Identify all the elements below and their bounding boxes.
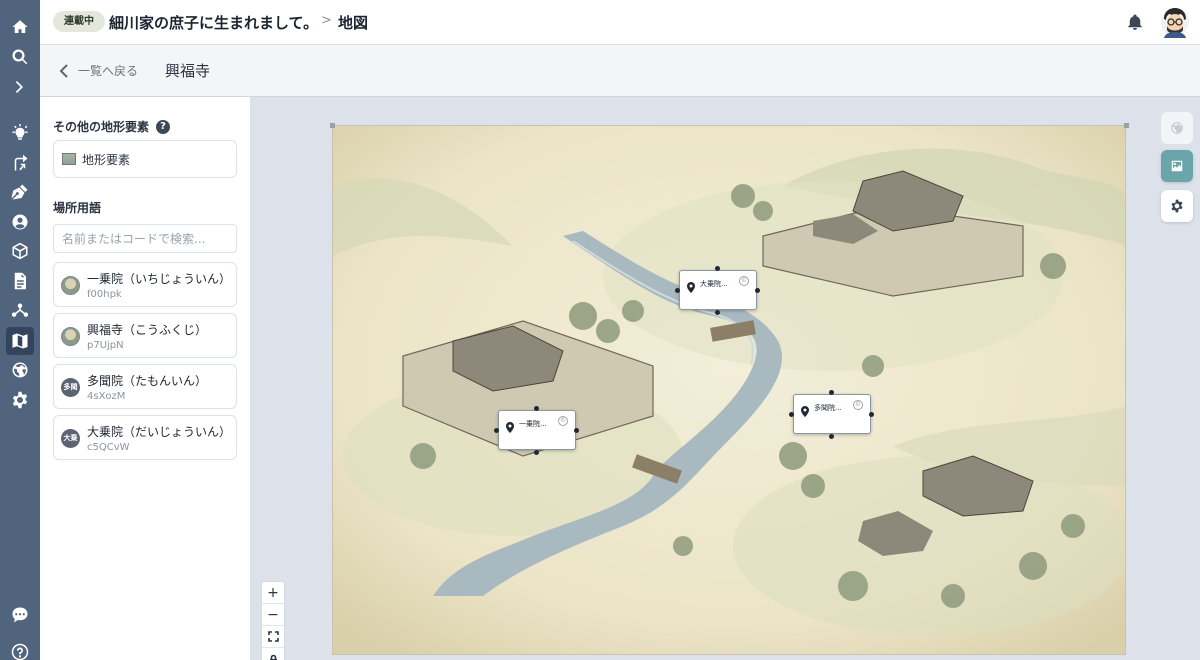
places-section-label: 場所用語	[53, 201, 102, 215]
marker-label: 多聞院...	[814, 404, 842, 412]
place-initial-icon: 多聞	[61, 378, 80, 397]
gear-icon	[1171, 199, 1183, 213]
marker-handle-dot[interactable]	[494, 428, 499, 433]
map-pin-icon	[801, 402, 809, 417]
gear-icon[interactable]	[6, 386, 34, 414]
terrain-section-label: その他の地形要素	[53, 120, 150, 134]
cube-icon[interactable]	[6, 237, 34, 265]
marker-handle-dot[interactable]	[534, 450, 539, 455]
terrain-icon	[62, 153, 76, 165]
copyright-icon: ©	[558, 416, 568, 426]
pen-nib-icon[interactable]	[6, 178, 34, 206]
map-image[interactable]: 大乗院... © 一乗院... © 多聞院... ©	[332, 125, 1126, 655]
back-label: 一覧へ戻る	[78, 64, 139, 78]
copyright-icon: ©	[739, 276, 749, 286]
lock-button[interactable]	[262, 648, 284, 660]
bell-icon[interactable]	[1126, 13, 1144, 31]
resize-handle[interactable]	[1124, 123, 1129, 128]
terrain-button-label: 地形要素	[82, 152, 131, 167]
place-thumbnail-icon	[61, 276, 80, 295]
resize-handle[interactable]	[330, 123, 335, 128]
sub-header: 一覧へ戻る 興福寺	[40, 45, 1200, 97]
globe-view-button[interactable]	[1161, 112, 1193, 144]
network-icon[interactable]	[6, 297, 34, 325]
side-panel: その他の地形要素 ? 地形要素 場所用語 一乗院（いちじょういん） f00hpk…	[40, 97, 250, 660]
place-code: p7UjpN	[87, 340, 124, 351]
globe-icon	[1171, 122, 1183, 134]
image-icon	[1171, 160, 1183, 172]
globe-icon[interactable]	[6, 356, 34, 384]
map-marker-ichijoin[interactable]: 一乗院... ©	[498, 410, 576, 450]
marker-label: 一乗院...	[519, 420, 547, 428]
place-item-kofukuji[interactable]: 興福寺（こうふくじ） p7UjpN	[53, 313, 237, 358]
temple-landscape-illustration	[333, 126, 1125, 654]
map-marker-tamonin[interactable]: 多聞院... ©	[793, 394, 871, 434]
marker-handle-dot[interactable]	[675, 288, 680, 293]
breadcrumb-separator: >	[321, 13, 332, 28]
place-name: 興福寺（こうふくじ）	[87, 323, 208, 337]
back-to-list-button[interactable]: 一覧へ戻る	[58, 62, 138, 79]
zoom-in-button[interactable]: +	[262, 582, 284, 604]
place-initial-icon: 大乗	[61, 429, 80, 448]
place-code: c5QCvW	[87, 442, 130, 453]
work-title-breadcrumb[interactable]: 細川家の庶子に生まれまして。	[109, 12, 318, 33]
avatar[interactable]	[1160, 6, 1190, 38]
left-rail	[0, 0, 40, 660]
user-circle-icon[interactable]	[6, 208, 34, 236]
place-item-daijoin[interactable]: 大乗 大乗院（だいじょういん） c5QCvW	[53, 415, 237, 460]
zoom-out-button[interactable]: −	[262, 604, 284, 626]
map-canvas-area[interactable]: 大乗院... © 一乗院... © 多聞院... © + −	[250, 97, 1200, 660]
chevron-left-icon	[59, 63, 68, 78]
map-settings-button[interactable]	[1161, 190, 1193, 222]
marker-label: 大乗院...	[700, 280, 728, 288]
search-icon[interactable]	[6, 43, 34, 71]
chat-icon[interactable]	[6, 601, 34, 629]
status-badge: 連載中	[53, 11, 105, 32]
place-item-ichijoin[interactable]: 一乗院（いちじょういん） f00hpk	[53, 262, 237, 307]
copyright-icon: ©	[853, 400, 863, 410]
help-icon[interactable]	[6, 638, 34, 660]
terrain-section-title: その他の地形要素 ?	[53, 118, 171, 135]
branch-arrow-icon[interactable]	[6, 149, 34, 177]
zoom-controls: + −	[261, 581, 285, 660]
marker-handle-dot[interactable]	[869, 412, 874, 417]
marker-handle-dot[interactable]	[574, 428, 579, 433]
page-title: 地図	[338, 14, 369, 32]
place-name: 一乗院（いちじょういん）	[87, 272, 232, 286]
marker-handle-dot[interactable]	[829, 434, 834, 439]
marker-handle-dot[interactable]	[755, 288, 760, 293]
place-thumbnail-icon	[61, 327, 80, 346]
marker-handle-dot[interactable]	[534, 406, 539, 411]
place-search-input[interactable]	[53, 224, 237, 253]
lock-icon	[269, 654, 277, 660]
place-name: 多聞院（たもんいん）	[87, 374, 208, 388]
lightbulb-icon[interactable]	[6, 119, 34, 147]
map-pin-icon	[687, 278, 695, 293]
fit-screen-button[interactable]	[262, 626, 284, 648]
home-icon[interactable]	[6, 13, 34, 41]
image-view-button[interactable]	[1161, 150, 1193, 182]
marker-handle-dot[interactable]	[715, 266, 720, 271]
place-item-tamonin[interactable]: 多聞 多聞院（たもんいん） 4sXozM	[53, 364, 237, 409]
chevron-right-icon[interactable]	[6, 73, 34, 101]
place-code: 4sXozM	[87, 391, 126, 402]
places-section-title: 場所用語	[53, 199, 101, 216]
help-icon[interactable]: ?	[156, 119, 171, 134]
fullscreen-icon	[267, 631, 279, 642]
marker-handle-dot[interactable]	[715, 310, 720, 315]
map-marker-daijoin[interactable]: 大乗院... ©	[679, 270, 757, 310]
place-code: f00hpk	[87, 289, 122, 300]
document-icon[interactable]	[6, 267, 34, 295]
map-pin-icon	[506, 418, 514, 433]
map-title: 興福寺	[165, 62, 211, 80]
place-name: 大乗院（だいじょういん）	[87, 425, 232, 439]
map-icon[interactable]	[6, 327, 34, 355]
top-bar: 連載中 細川家の庶子に生まれまして。 > 地図	[40, 0, 1200, 45]
terrain-elements-button[interactable]: 地形要素	[53, 140, 237, 178]
marker-handle-dot[interactable]	[829, 390, 834, 395]
marker-handle-dot[interactable]	[789, 412, 794, 417]
